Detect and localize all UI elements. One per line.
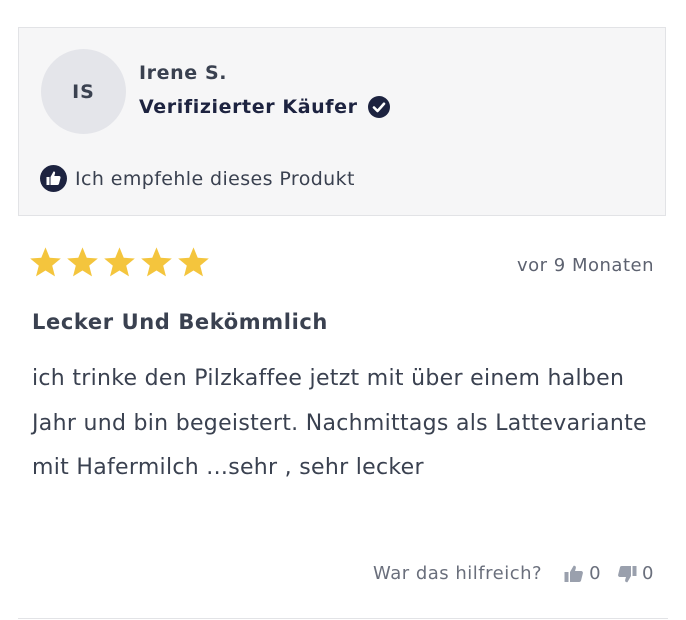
recommend-text: Ich empfehle dieses Produkt — [75, 167, 355, 190]
helpful-no-button[interactable]: 0 — [617, 563, 654, 584]
verified-label: Verifizierter Käufer — [139, 96, 358, 118]
helpful-yes-button[interactable]: 0 — [564, 563, 601, 584]
helpful-no-count: 0 — [642, 563, 654, 584]
verified-check-icon — [367, 96, 390, 118]
star-icon — [30, 247, 61, 277]
divider — [18, 618, 668, 619]
recommend-statement: Ich empfehle dieses Produkt — [40, 165, 355, 192]
verified-buyer-badge: Verifizierter Käufer — [139, 96, 390, 118]
rating-stars — [28, 246, 211, 280]
helpful-question: War das hilfreich? — [373, 563, 543, 584]
star-icon — [141, 247, 172, 277]
star-icon — [67, 247, 98, 277]
thumbs-up-icon — [564, 565, 583, 582]
avatar: IS — [41, 49, 126, 134]
review-title: Lecker Und Bekömmlich — [32, 310, 328, 334]
reviewer-name: Irene S. — [139, 62, 228, 84]
thumbs-down-icon — [618, 565, 637, 582]
helpful-section: War das hilfreich? 0 0 — [373, 563, 654, 584]
review-date: vor 9 Monaten — [517, 255, 654, 276]
star-icon — [178, 247, 209, 277]
review-body: ich trinke den Pilzkaffee jetzt mit über… — [32, 366, 647, 480]
thumbs-up-circle-icon — [40, 165, 67, 192]
reviewer-info-box: IS Irene S. Verifizierter Käufer Ich emp… — [18, 27, 666, 216]
star-icon — [104, 247, 135, 277]
helpful-yes-count: 0 — [589, 563, 602, 584]
